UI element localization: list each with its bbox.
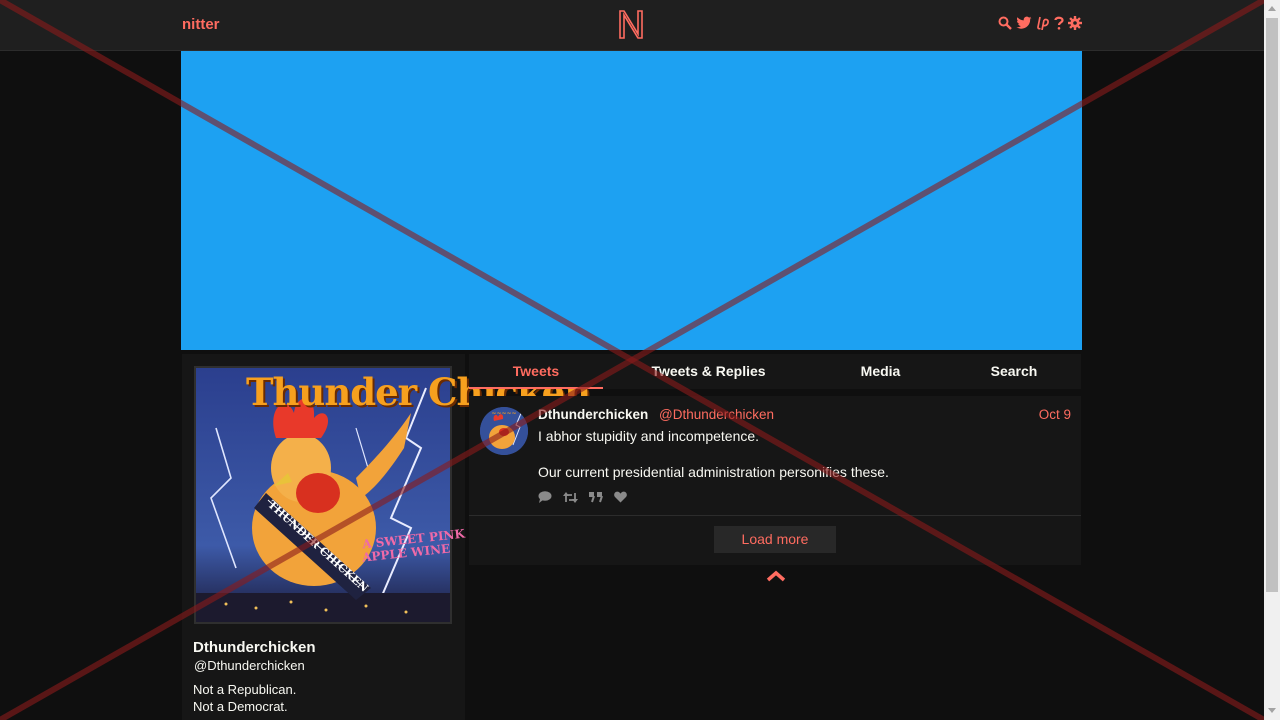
tweet-date[interactable]: Oct 9 (1039, 407, 1071, 422)
tweet-username[interactable]: @Dthunderchicken (659, 407, 774, 422)
load-more-button[interactable]: Load more (714, 526, 836, 553)
load-more-container: Load more (469, 516, 1081, 565)
timeline-tabs: Tweets Tweets & Replies Media Search (469, 354, 1081, 389)
tweet-text: I abhor stupidity and incompetence. Our … (538, 427, 1058, 499)
retweet-icon[interactable] (563, 490, 578, 508)
profile-fullname[interactable]: Dthunderchicken (193, 639, 316, 656)
back-to-top-chevron-up-icon[interactable] (766, 569, 786, 587)
bio-line: Not a Democrat. (193, 699, 288, 714)
brand-link[interactable]: nitter (182, 16, 220, 33)
nitter-logo-icon[interactable] (617, 8, 645, 45)
scroll-up-arrow-icon[interactable] (1268, 6, 1276, 11)
profile-bio: Not a Republican. Not a Democrat. (193, 681, 296, 715)
tweet-item[interactable]: ~~~~~ Dthunderchicken @Dthunderchicken O… (469, 396, 1081, 516)
tab-media[interactable]: Media (814, 354, 947, 389)
liberapay-icon[interactable] (1036, 16, 1050, 35)
top-navbar: nitter (0, 0, 1264, 51)
profile-card: Dthunderchicken @Dthunderchicken Not a R… (182, 354, 465, 720)
search-icon[interactable] (998, 16, 1012, 35)
settings-gear-icon[interactable] (1068, 16, 1082, 35)
bio-line: Not a Republican. (193, 682, 297, 697)
scroll-down-arrow-icon[interactable] (1268, 708, 1276, 713)
profile-avatar[interactable] (194, 366, 452, 624)
tweet-fullname[interactable]: Dthunderchicken (538, 407, 648, 422)
profile-username[interactable]: @Dthunderchicken (194, 658, 305, 673)
tab-tweets[interactable]: Tweets (469, 354, 603, 389)
nav-icons (998, 16, 1082, 35)
help-icon[interactable] (1054, 16, 1064, 35)
scroll-thumb[interactable] (1266, 18, 1278, 592)
comment-icon[interactable] (538, 490, 552, 508)
tab-tweets-and-replies[interactable]: Tweets & Replies (603, 354, 814, 389)
quote-icon[interactable] (589, 490, 603, 508)
tweet-paragraph: I abhor stupidity and incompetence. (538, 428, 760, 444)
tweet-paragraph: Our current presidential administration … (538, 464, 889, 480)
scrollbar[interactable] (1264, 0, 1280, 720)
twitter-bird-icon[interactable] (1016, 16, 1032, 35)
svg-text:~~~~~: ~~~~~ (491, 410, 516, 417)
tab-search[interactable]: Search (947, 354, 1081, 389)
heart-icon[interactable] (614, 490, 627, 508)
tweet-avatar[interactable]: ~~~~~ (480, 407, 528, 455)
tweet-stats (538, 490, 627, 508)
profile-banner[interactable] (181, 51, 1082, 350)
